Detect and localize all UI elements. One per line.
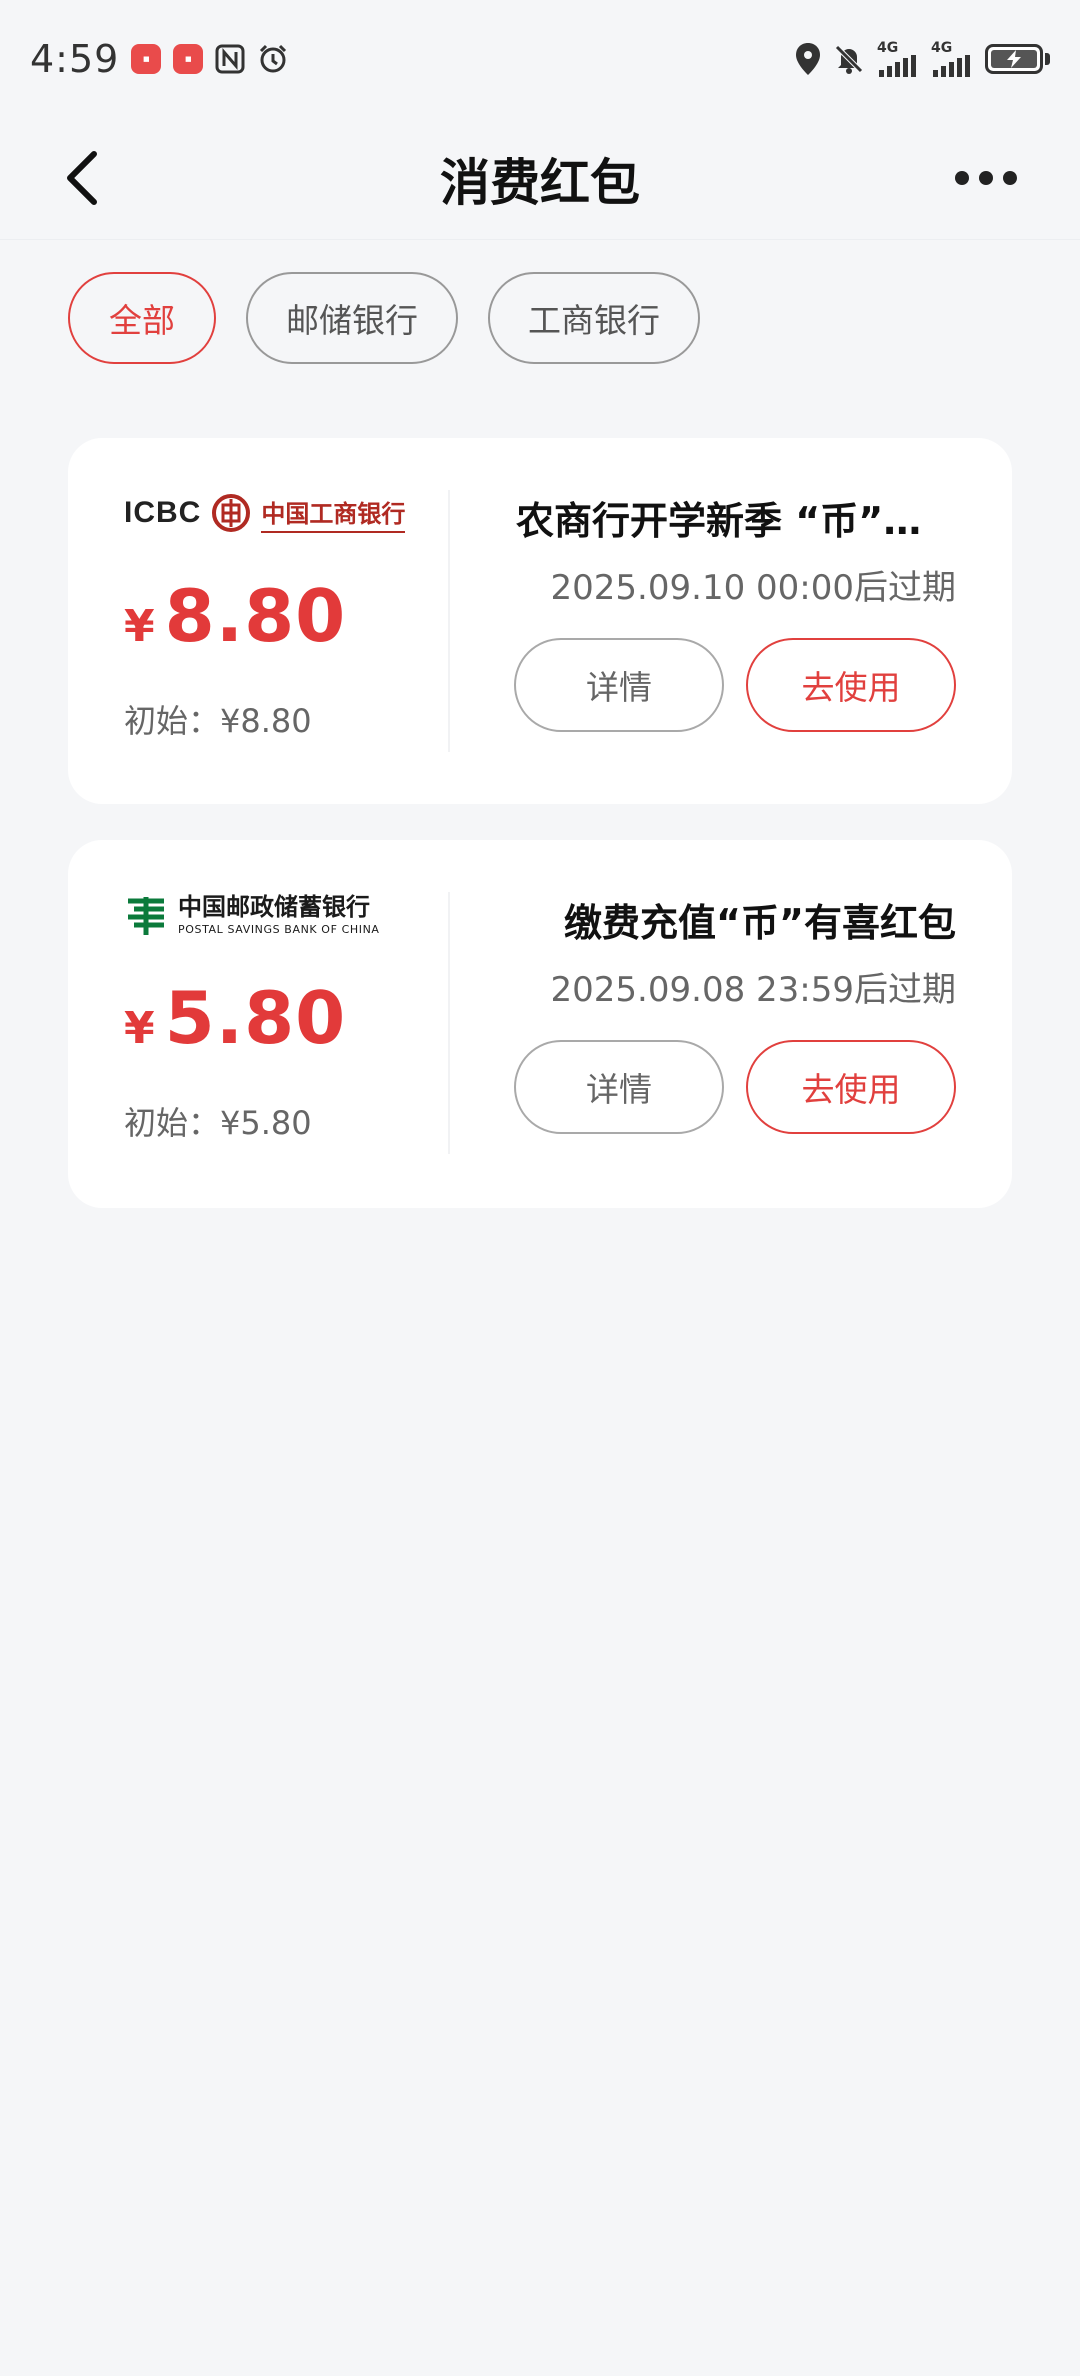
amount-value: 8.80 — [164, 574, 347, 658]
currency-symbol: ¥ — [124, 1003, 155, 1054]
currency-symbol: ¥ — [124, 601, 155, 652]
coupon-title: 农商行开学新季 “币”有… — [516, 499, 956, 543]
more-dot-icon — [955, 171, 969, 185]
icbc-logo: ICBC 中国工商银行 — [124, 490, 406, 536]
use-button[interactable]: 去使用 — [746, 1040, 956, 1134]
back-arrow-icon — [67, 151, 97, 205]
amount-value: 5.80 — [164, 976, 347, 1060]
signal-bars-icon — [879, 55, 916, 77]
coupon-amount-area: 中国邮政储蓄银行 POSTAL SAVINGS BANK OF CHINA ¥ … — [124, 892, 444, 1154]
coupon-info: 缴费充值“币”有喜红包 2025.09.08 23:59后过期 详情 去使用 — [488, 892, 956, 1154]
coupon-info: 农商行开学新季 “币”有… 2025.09.10 00:00后过期 详情 去使用 — [488, 490, 956, 752]
more-dot-icon — [979, 171, 993, 185]
icbc-emblem-icon — [212, 494, 251, 532]
filter-all[interactable]: 全部 — [68, 272, 216, 364]
nav-header: 消费红包 — [0, 118, 1080, 240]
coupon-amount-area: ICBC 中国工商银行 ¥ 8.80 初始：¥8.80 — [124, 490, 444, 752]
status-left: 4:59 ■ ■ — [30, 37, 289, 81]
more-dot-icon — [1003, 171, 1017, 185]
bank-filter-tabs: 全部 邮储银行 工商银行 — [68, 272, 700, 364]
location-icon — [795, 42, 821, 76]
use-button[interactable]: 去使用 — [746, 638, 956, 732]
coupon-card: 中国邮政储蓄银行 POSTAL SAVINGS BANK OF CHINA ¥ … — [68, 840, 1012, 1208]
network-type-label: 4G — [877, 40, 899, 56]
status-time: 4:59 — [30, 37, 120, 81]
psbc-logo-en: POSTAL SAVINGS BANK OF CHINA — [178, 922, 380, 936]
back-button[interactable] — [62, 148, 112, 208]
expiry-date: 2025.09.10 00:00后过期 — [550, 568, 956, 608]
filter-icbc[interactable]: 工商银行 — [488, 272, 700, 364]
icbc-logo-text: ICBC — [124, 496, 202, 529]
app-notification-icon: ■ — [173, 44, 204, 74]
alarm-icon — [257, 43, 289, 75]
card-divider — [448, 490, 450, 752]
status-bar: 4:59 ■ ■ 4G 4G — [0, 0, 1080, 118]
initial-amount: 初始：¥8.80 — [124, 702, 312, 740]
page-title: 消费红包 — [440, 153, 640, 212]
mute-bell-icon — [833, 43, 865, 75]
signal-bars-icon — [933, 55, 970, 77]
filter-psbc[interactable]: 邮储银行 — [246, 272, 458, 364]
psbc-logo: 中国邮政储蓄银行 POSTAL SAVINGS BANK OF CHINA — [124, 892, 380, 938]
signal-2: 4G — [931, 41, 973, 77]
more-menu-button[interactable] — [954, 163, 1018, 193]
battery-icon — [985, 44, 1050, 74]
card-divider — [448, 892, 450, 1154]
network-type-label: 4G — [931, 40, 953, 56]
signal-1: 4G — [877, 41, 919, 77]
icbc-logo-cn: 中国工商银行 — [261, 494, 406, 533]
detail-button[interactable]: 详情 — [514, 638, 724, 732]
coupon-title: 缴费充值“币”有喜红包 — [564, 901, 956, 945]
coupon-actions: 详情 去使用 — [514, 638, 956, 732]
status-right: 4G 4G — [795, 41, 1050, 77]
coupon-actions: 详情 去使用 — [514, 1040, 956, 1134]
app-notification-icon: ■ — [131, 44, 162, 74]
coupon-amount: ¥ 8.80 — [124, 574, 346, 658]
coupon-card: ICBC 中国工商银行 ¥ 8.80 初始：¥8.80 农商行开学新季 “币”有… — [68, 438, 1012, 804]
detail-button[interactable]: 详情 — [514, 1040, 724, 1134]
psbc-emblem-icon — [128, 897, 164, 935]
coupon-amount: ¥ 5.80 — [124, 976, 346, 1060]
psbc-logo-cn: 中国邮政储蓄银行 — [178, 892, 370, 921]
initial-amount: 初始：¥5.80 — [124, 1104, 312, 1142]
nfc-icon — [215, 44, 245, 74]
psbc-logo-text: 中国邮政储蓄银行 POSTAL SAVINGS BANK OF CHINA — [178, 895, 380, 936]
expiry-date: 2025.09.08 23:59后过期 — [550, 970, 956, 1010]
